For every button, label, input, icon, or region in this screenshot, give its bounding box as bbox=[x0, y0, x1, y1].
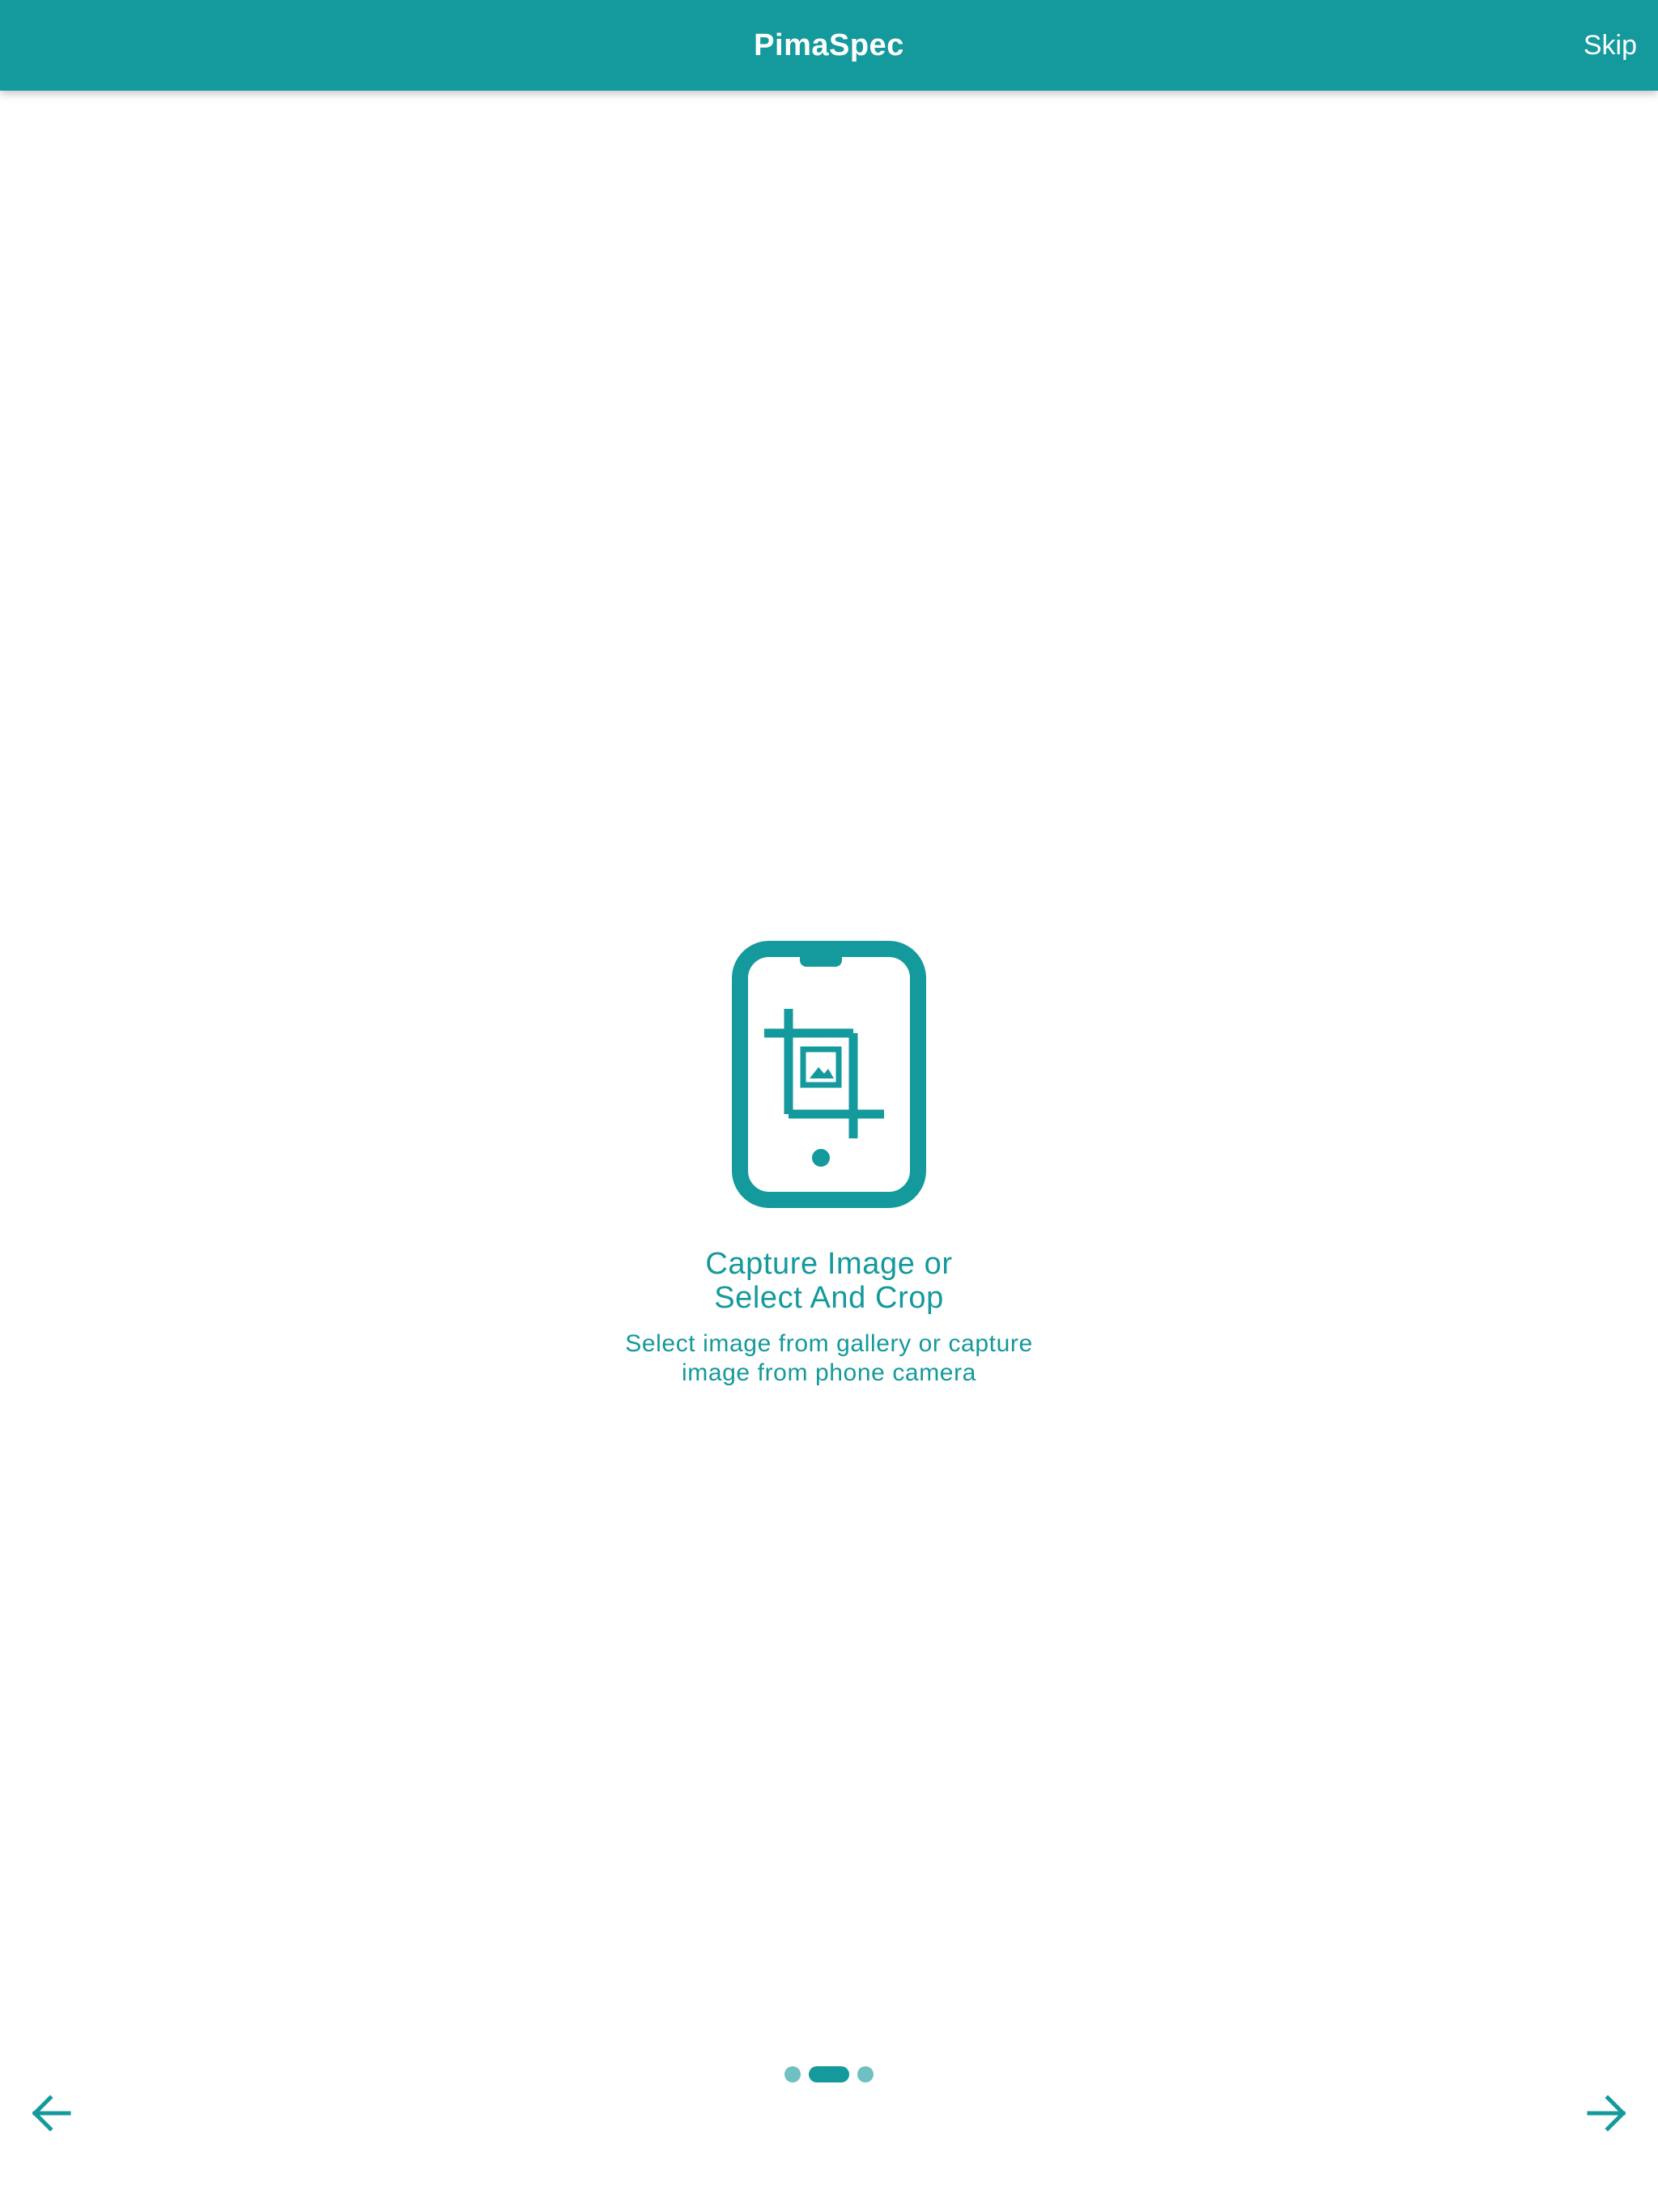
onboarding-page: Capture Image or Select And Crop Select … bbox=[0, 91, 1658, 2058]
onboarding-description-line: image from phone camera bbox=[682, 1359, 976, 1386]
onboarding-screen: PimaSpec Skip Capture Image or Select An… bbox=[0, 0, 1658, 2212]
next-button[interactable] bbox=[1582, 2089, 1630, 2138]
app-bar: PimaSpec Skip bbox=[0, 0, 1658, 91]
app-title: PimaSpec bbox=[754, 28, 904, 62]
onboarding-description: Select image from gallery or capture ima… bbox=[0, 1329, 1658, 1388]
page-dot-2-active[interactable] bbox=[809, 2066, 849, 2082]
page-dot-1[interactable] bbox=[784, 2066, 801, 2082]
onboarding-title-line: Capture Image or bbox=[705, 1247, 953, 1281]
phone-crop-image-icon bbox=[732, 941, 926, 1208]
onboarding-title-line: Select And Crop bbox=[714, 1281, 944, 1315]
onboarding-slide: Capture Image or Select And Crop Select … bbox=[0, 941, 1658, 1388]
arrow-right-icon bbox=[1587, 2095, 1626, 2132]
back-button[interactable] bbox=[28, 2089, 76, 2138]
page-dot-3[interactable] bbox=[857, 2066, 874, 2082]
onboarding-description-line: Select image from gallery or capture bbox=[625, 1330, 1033, 1357]
skip-button[interactable]: Skip bbox=[1580, 0, 1640, 91]
page-indicator bbox=[0, 2066, 1658, 2082]
onboarding-title: Capture Image or Select And Crop bbox=[0, 1247, 1658, 1315]
arrow-left-icon bbox=[32, 2095, 71, 2132]
